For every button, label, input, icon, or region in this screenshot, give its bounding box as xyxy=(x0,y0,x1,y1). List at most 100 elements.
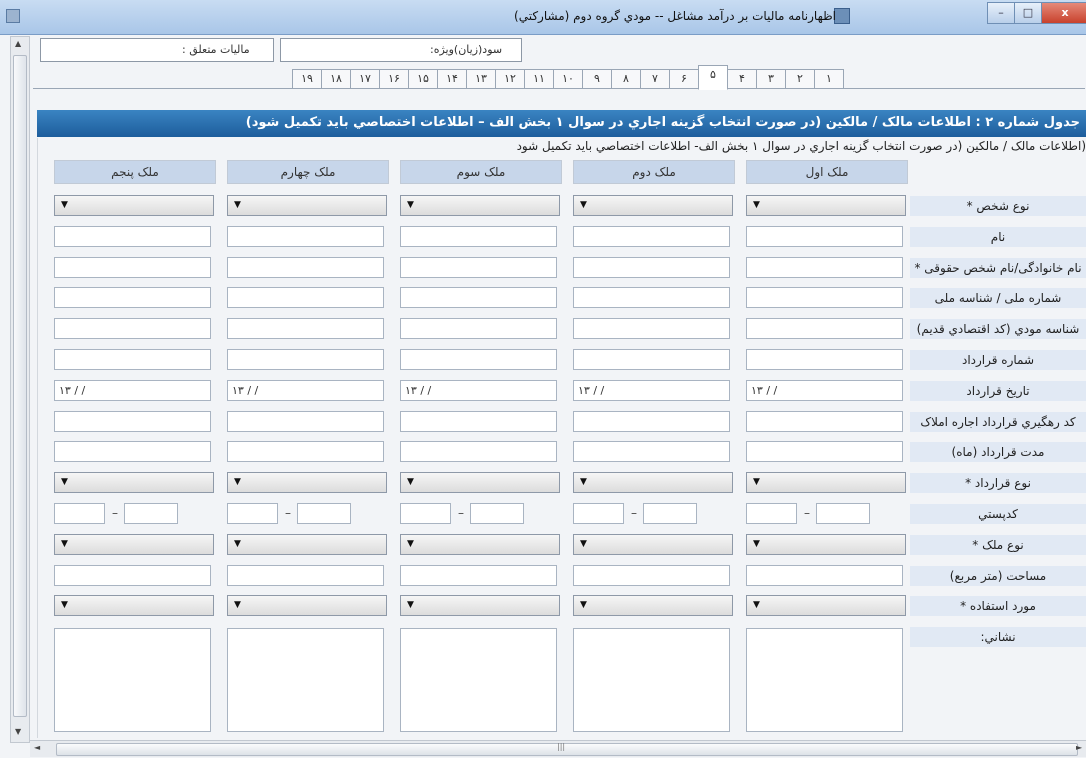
owner-fifth-date-field[interactable]: ۱۳ / / xyxy=(54,380,211,401)
owner-fourth-text-field[interactable] xyxy=(227,318,384,339)
owner-third-text-field[interactable] xyxy=(400,411,557,432)
tab-9[interactable]: ۹ xyxy=(582,69,612,89)
owner-third-text-field[interactable] xyxy=(400,349,557,370)
owner-first-text-field[interactable] xyxy=(746,411,903,432)
scroll-right-icon[interactable]: ► xyxy=(1076,743,1082,752)
owner-second-text-field[interactable] xyxy=(573,441,730,462)
tab-1[interactable]: ۱ xyxy=(814,69,844,89)
scroll-up-icon[interactable]: ▲ xyxy=(15,39,21,48)
tab-5[interactable]: ۵ xyxy=(698,65,728,90)
owner-fifth-dropdown[interactable]: ▼ xyxy=(54,195,214,216)
owner-fourth-dropdown[interactable]: ▼ xyxy=(227,534,387,555)
owner-second-dropdown[interactable]: ▼ xyxy=(573,195,733,216)
owner-second-text-field[interactable] xyxy=(573,226,730,247)
owner-third-text-field[interactable] xyxy=(400,226,557,247)
owner-second-dropdown[interactable]: ▼ xyxy=(573,472,733,493)
owner-third-text-field[interactable] xyxy=(400,441,557,462)
owner-second-postal-part1[interactable] xyxy=(573,503,624,524)
tab-13[interactable]: ۱۳ xyxy=(466,69,496,89)
owner-third-postal-part2[interactable] xyxy=(470,503,524,524)
vertical-scroll-thumb[interactable] xyxy=(13,55,27,717)
owner-second-text-field[interactable] xyxy=(573,565,730,586)
owner-third-dropdown[interactable]: ▼ xyxy=(400,534,560,555)
owner-second-postal-part2[interactable] xyxy=(643,503,697,524)
owner-first-text-field[interactable] xyxy=(746,565,903,586)
owner-second-text-field[interactable] xyxy=(573,349,730,370)
owner-fourth-text-field[interactable] xyxy=(227,349,384,370)
owner-fourth-dropdown[interactable]: ▼ xyxy=(227,472,387,493)
owner-fifth-text-field[interactable] xyxy=(54,411,211,432)
tab-6[interactable]: ۶ xyxy=(669,69,699,89)
owner-first-dropdown[interactable]: ▼ xyxy=(746,195,906,216)
owner-second-text-field[interactable] xyxy=(573,257,730,278)
owner-fourth-text-field[interactable] xyxy=(227,287,384,308)
owner-fourth-date-field[interactable]: ۱۳ / / xyxy=(227,380,384,401)
owner-fifth-text-field[interactable] xyxy=(54,349,211,370)
tab-18[interactable]: ۱۸ xyxy=(321,69,351,89)
owner-first-date-field[interactable]: ۱۳ / / xyxy=(746,380,903,401)
tab-11[interactable]: ۱۱ xyxy=(524,69,554,89)
vertical-scrollbar[interactable]: ▲ ▼ xyxy=(10,36,30,743)
owner-fourth-text-field[interactable] xyxy=(227,441,384,462)
tab-16[interactable]: ۱۶ xyxy=(379,69,409,89)
owner-second-dropdown[interactable]: ▼ xyxy=(573,534,733,555)
tab-8[interactable]: ۸ xyxy=(611,69,641,89)
owner-fifth-dropdown[interactable]: ▼ xyxy=(54,472,214,493)
system-menu-icon[interactable] xyxy=(6,9,20,23)
owner-third-address-textarea[interactable] xyxy=(400,628,557,732)
owner-first-dropdown[interactable]: ▼ xyxy=(746,472,906,493)
owner-third-text-field[interactable] xyxy=(400,565,557,586)
owner-second-address-textarea[interactable] xyxy=(573,628,730,732)
owner-fifth-dropdown[interactable]: ▼ xyxy=(54,595,214,616)
scroll-left-icon[interactable]: ◄ xyxy=(34,743,40,752)
tab-2[interactable]: ۲ xyxy=(785,69,815,89)
owner-first-text-field[interactable] xyxy=(746,318,903,339)
owner-second-text-field[interactable] xyxy=(573,411,730,432)
owner-fourth-address-textarea[interactable] xyxy=(227,628,384,732)
owner-second-text-field[interactable] xyxy=(573,287,730,308)
owner-fifth-dropdown[interactable]: ▼ xyxy=(54,534,214,555)
owner-fifth-text-field[interactable] xyxy=(54,318,211,339)
tab-14[interactable]: ۱۴ xyxy=(437,69,467,89)
owner-third-date-field[interactable]: ۱۳ / / xyxy=(400,380,557,401)
owner-first-dropdown[interactable]: ▼ xyxy=(746,595,906,616)
owner-third-text-field[interactable] xyxy=(400,318,557,339)
owner-third-text-field[interactable] xyxy=(400,257,557,278)
owner-first-postal-part2[interactable] xyxy=(816,503,870,524)
owner-first-text-field[interactable] xyxy=(746,257,903,278)
owner-fifth-text-field[interactable] xyxy=(54,257,211,278)
owner-fourth-postal-part2[interactable] xyxy=(297,503,351,524)
owner-fifth-text-field[interactable] xyxy=(54,441,211,462)
scroll-down-icon[interactable]: ▼ xyxy=(15,727,21,736)
owner-first-text-field[interactable] xyxy=(746,226,903,247)
owner-third-dropdown[interactable]: ▼ xyxy=(400,195,560,216)
owner-fourth-text-field[interactable] xyxy=(227,226,384,247)
owner-fourth-text-field[interactable] xyxy=(227,411,384,432)
owner-fifth-text-field[interactable] xyxy=(54,565,211,586)
owner-first-text-field[interactable] xyxy=(746,287,903,308)
owner-fourth-dropdown[interactable]: ▼ xyxy=(227,195,387,216)
owner-second-text-field[interactable] xyxy=(573,318,730,339)
horizontal-scrollbar[interactable]: ◄ ||| ► xyxy=(30,740,1086,757)
owner-fourth-text-field[interactable] xyxy=(227,565,384,586)
owner-second-date-field[interactable]: ۱۳ / / xyxy=(573,380,730,401)
maximize-button[interactable]: □ xyxy=(1014,2,1042,24)
owner-first-postal-part1[interactable] xyxy=(746,503,797,524)
owner-fourth-postal-part1[interactable] xyxy=(227,503,278,524)
minimize-button[interactable]: – xyxy=(987,2,1015,24)
owner-fourth-dropdown[interactable]: ▼ xyxy=(227,595,387,616)
owner-first-text-field[interactable] xyxy=(746,349,903,370)
tab-19[interactable]: ۱۹ xyxy=(292,69,322,89)
owner-third-postal-part1[interactable] xyxy=(400,503,451,524)
tab-17[interactable]: ۱۷ xyxy=(350,69,380,89)
owner-fifth-postal-part1[interactable] xyxy=(54,503,105,524)
owner-fifth-postal-part2[interactable] xyxy=(124,503,178,524)
owner-first-address-textarea[interactable] xyxy=(746,628,903,732)
tab-15[interactable]: ۱۵ xyxy=(408,69,438,89)
owner-fifth-text-field[interactable] xyxy=(54,287,211,308)
owner-second-dropdown[interactable]: ▼ xyxy=(573,595,733,616)
tab-7[interactable]: ۷ xyxy=(640,69,670,89)
owner-fourth-text-field[interactable] xyxy=(227,257,384,278)
owner-fifth-text-field[interactable] xyxy=(54,226,211,247)
close-button[interactable]: x xyxy=(1041,2,1086,24)
